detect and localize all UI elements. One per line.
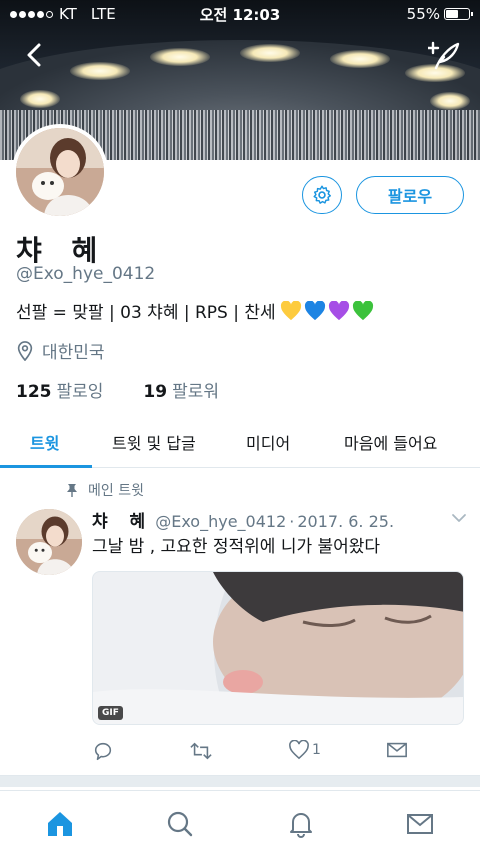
nav-messages-button[interactable] — [405, 809, 435, 839]
back-button[interactable] — [20, 40, 50, 70]
profile-bio: 선팔 = 맞팔 | 03 챠혜 | RPS | 찬세 — [16, 298, 374, 323]
following-label: 팔로잉 — [56, 382, 104, 402]
carrier-label: KT — [59, 5, 77, 23]
search-icon — [167, 811, 193, 837]
green-heart-icon — [352, 300, 373, 320]
section-divider — [0, 775, 480, 787]
profile-location: 대한민국 — [16, 338, 105, 363]
tweet-options-button[interactable] — [450, 510, 468, 524]
following-stat[interactable]: 125 팔로잉 — [16, 377, 103, 402]
profile-avatar[interactable] — [12, 124, 108, 220]
active-tab-indicator — [0, 465, 92, 468]
yellow-heart-icon — [280, 300, 301, 320]
profile-tabs: 트윗 트윗 및 답글 미디어 마음에 들어요 — [0, 416, 480, 468]
like-button[interactable]: 1 — [288, 740, 321, 760]
location-text: 대한민국 — [42, 343, 105, 363]
followers-label: 팔로워 — [172, 382, 220, 402]
chevron-left-icon — [27, 43, 41, 67]
compose-tweet-button[interactable] — [426, 40, 460, 70]
bell-icon — [290, 813, 312, 838]
tab-media[interactable]: 미디어 — [246, 430, 290, 454]
pinned-tweet-label: 메인 트윗 — [66, 480, 144, 500]
tab-tweets[interactable]: 트윗 — [30, 430, 59, 454]
retweet-button[interactable] — [189, 740, 213, 762]
like-count: 1 — [312, 742, 321, 758]
follow-button[interactable]: 팔로우 — [356, 176, 464, 214]
tab-tweets-and-replies[interactable]: 트윗 및 답글 — [112, 430, 196, 454]
signal-strength-icon — [10, 10, 53, 18]
bottom-navigation — [0, 790, 480, 854]
tweet-header: 챠 혜 @Exo_hye_0412 · 2017. 6. 25. — [92, 507, 394, 532]
tweet-author-avatar[interactable] — [16, 509, 82, 575]
bio-text: 선팔 = 맞팔 | 03 챠혜 | RPS | 찬세 — [16, 303, 276, 323]
follow-stats: 125 팔로잉 19 팔로워 — [16, 377, 219, 402]
reply-button[interactable] — [92, 740, 114, 762]
battery-icon — [444, 8, 473, 20]
following-count: 125 — [16, 382, 52, 402]
network-type: LTE — [90, 5, 116, 23]
tweet-gif-media[interactable] — [92, 571, 464, 725]
nav-notifications-button[interactable] — [286, 809, 316, 839]
reply-icon — [94, 742, 112, 761]
envelope-icon — [407, 814, 433, 834]
tweet-author-name[interactable]: 챠 혜 — [92, 507, 153, 532]
tweet-author-handle[interactable]: @Exo_hye_0412 — [155, 512, 286, 531]
chevron-down-icon — [452, 514, 466, 522]
status-bar: KT LTE 오전 12:03 55% — [0, 0, 480, 28]
tweet-separator: · — [289, 512, 295, 531]
tweet-actions: 1 — [92, 740, 464, 766]
home-icon — [48, 812, 72, 836]
heart-icon — [289, 740, 309, 760]
envelope-icon — [387, 742, 407, 758]
tweet-date[interactable]: 2017. 6. 25. — [297, 512, 394, 531]
direct-message-button[interactable] — [386, 740, 408, 760]
location-pin-icon — [17, 340, 33, 361]
nav-home-button[interactable] — [45, 809, 75, 839]
retweet-icon — [190, 742, 212, 760]
nav-search-button[interactable] — [165, 809, 195, 839]
blue-heart-icon — [304, 300, 325, 320]
profile-display-name: 챠 혜 — [16, 234, 108, 267]
tab-likes[interactable]: 마음에 들어요 — [344, 430, 437, 454]
gear-icon — [313, 185, 331, 204]
followers-count: 19 — [143, 382, 168, 402]
battery-percent: 55% — [406, 5, 440, 23]
profile-handle: @Exo_hye_0412 — [16, 264, 156, 284]
purple-heart-icon — [328, 300, 349, 320]
profile-settings-button[interactable] — [302, 176, 342, 214]
pin-icon — [67, 484, 77, 497]
compose-tweet-icon — [426, 41, 460, 70]
gif-badge: GIF — [98, 706, 123, 720]
tweet-text: 그날 밤 , 고요한 정적위에 니가 불어왔다 — [92, 537, 381, 557]
followers-stat[interactable]: 19 팔로워 — [143, 377, 219, 402]
profile-screen: KT LTE 오전 12:03 55% 팔로우 챠 혜 @Exo_hye_041… — [0, 0, 480, 854]
pinned-text: 메인 트윗 — [88, 483, 144, 499]
